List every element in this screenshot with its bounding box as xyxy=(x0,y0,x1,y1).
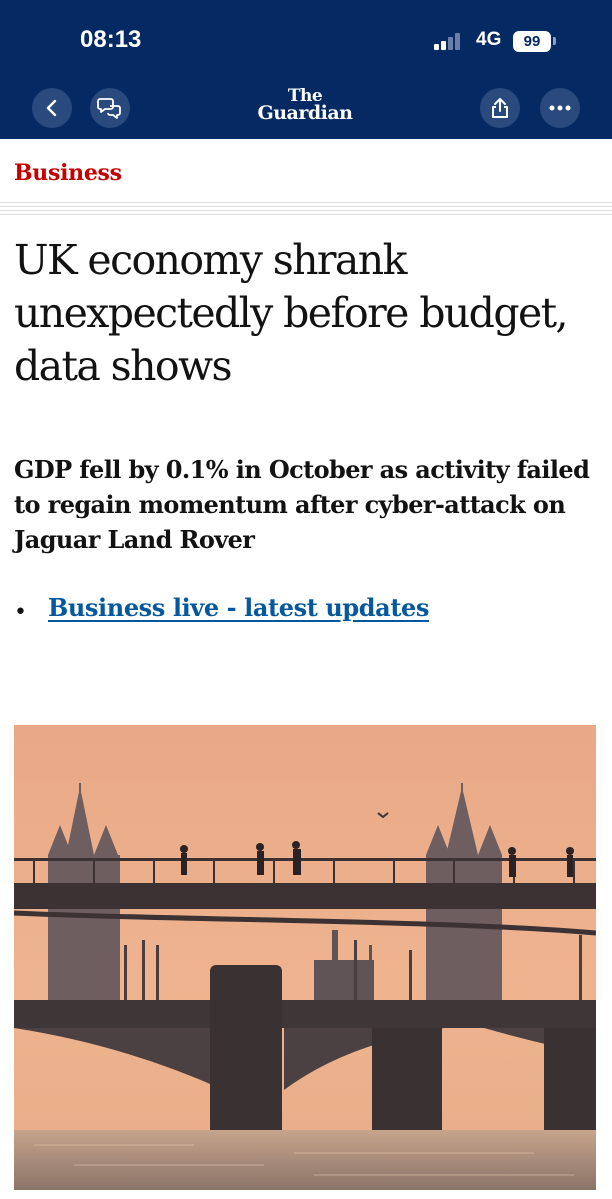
battery-icon: 99 xyxy=(513,31,551,52)
guardian-logo: The Guardian xyxy=(240,88,370,124)
business-live-link[interactable]: Business live - latest updates xyxy=(48,593,429,622)
share-icon xyxy=(492,98,508,118)
network-label: 4G xyxy=(476,29,502,50)
article-photo xyxy=(14,725,596,1190)
divider-rules xyxy=(0,202,612,218)
section-label[interactable]: Business xyxy=(14,160,122,186)
more-dots-icon xyxy=(549,105,571,111)
comments-button[interactable] xyxy=(90,88,130,128)
article-standfirst: GDP fell by 0.1% in October as activity … xyxy=(14,455,590,554)
logo-line2: Guardian xyxy=(257,102,354,124)
battery-tip xyxy=(553,37,556,45)
app-header: 08:13 4G 99 The Guardian xyxy=(0,0,612,139)
signal-icon xyxy=(434,32,466,50)
chevron-left-icon xyxy=(46,99,57,117)
bullet-point: • xyxy=(14,600,27,625)
share-button[interactable] xyxy=(480,88,520,128)
status-time: 08:13 xyxy=(80,26,142,53)
article-headline: UK economy shrank unexpectedly before bu… xyxy=(14,236,569,390)
more-button[interactable] xyxy=(540,88,580,128)
speech-bubble-icon xyxy=(97,98,121,119)
back-button[interactable] xyxy=(32,88,72,128)
